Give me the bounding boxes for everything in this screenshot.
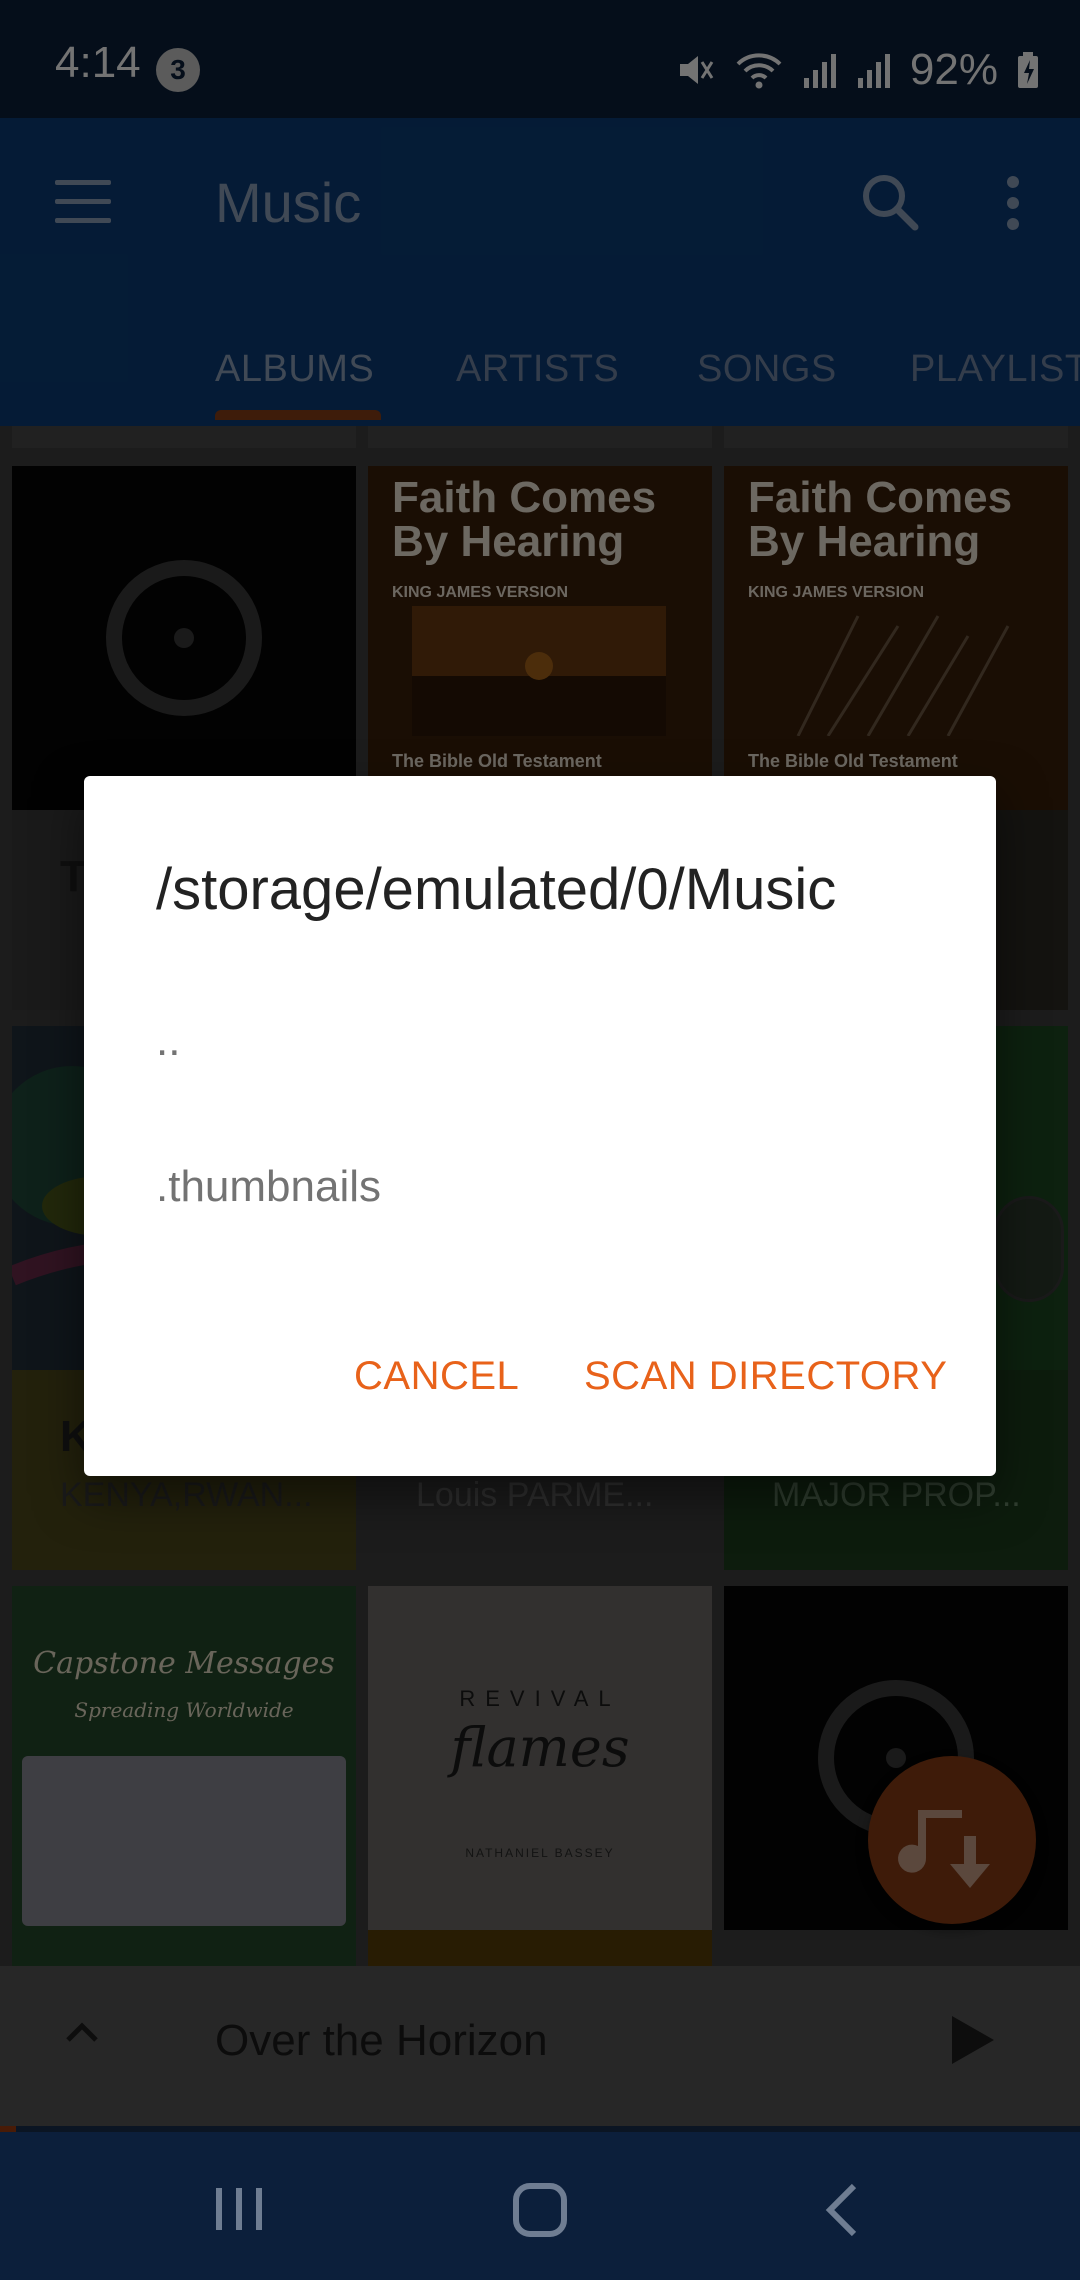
- battery-charging-icon: [1018, 52, 1038, 88]
- chevron-up-icon[interactable]: [62, 2012, 102, 2052]
- cancel-button[interactable]: CANCEL: [354, 1354, 519, 1399]
- album-card[interactable]: Capstone Messages Spreading Worldwide: [12, 1586, 356, 1966]
- flames-heading: flames: [450, 1716, 630, 1779]
- tab-bar: ALBUMS ARTISTS SONGS PLAYLIST: [0, 328, 1080, 426]
- album-artist: Louis PARME...: [416, 1476, 654, 1514]
- app-bar: Music ALBUMS ARTISTS SONGS PLAYLIST: [0, 118, 1080, 426]
- revival-artist: NATHANIEL BASSEY: [465, 1846, 615, 1860]
- play-icon[interactable]: [952, 2016, 994, 2064]
- status-bar: 4:14 3 92%: [0, 0, 1080, 118]
- status-time: 4:14: [55, 38, 141, 87]
- album-art-edition: KING JAMES VERSION: [392, 584, 569, 601]
- album-art-subtitle: The Bible Old Testament: [748, 751, 958, 771]
- tab-songs[interactable]: SONGS: [697, 348, 837, 391]
- album-art: [12, 466, 356, 810]
- tab-indicator: [215, 410, 381, 420]
- music-download-icon: [898, 1810, 990, 1888]
- search-icon[interactable]: [856, 168, 926, 238]
- album-art-subtitle: The Bible Old Testament: [392, 751, 602, 771]
- wifi-icon: [736, 53, 782, 89]
- notification-count-badge: 3: [156, 48, 200, 92]
- album-art-edition: KING JAMES VERSION: [748, 584, 925, 601]
- album-artist: KENYA,RWAN...: [60, 1476, 313, 1514]
- revival-heading: REVIVAL: [459, 1686, 621, 1711]
- album-artist: MAJOR PROP...: [772, 1476, 1021, 1514]
- wheat-image: [796, 615, 1010, 736]
- download-music-fab[interactable]: [868, 1756, 1036, 1924]
- album-art-title: Faith Comes By Hearing: [392, 473, 657, 566]
- scan-directory-button[interactable]: SCAN DIRECTORY: [584, 1354, 947, 1399]
- dialog-title: /storage/emulated/0/Music: [156, 857, 837, 922]
- recent-apps-icon[interactable]: [214, 2184, 264, 2234]
- more-options-icon[interactable]: [998, 168, 1028, 238]
- navigation-bar: [0, 2132, 1080, 2280]
- album-art-title: Faith Comes By Hearing: [748, 473, 1013, 566]
- folder-item-thumbnails[interactable]: .thumbnails: [156, 1162, 381, 1212]
- folder-item-parent[interactable]: ..: [156, 1016, 180, 1066]
- tab-albums[interactable]: ALBUMS: [215, 348, 374, 391]
- status-icons: 92%: [676, 40, 1040, 100]
- home-icon[interactable]: [512, 2182, 568, 2238]
- album-art: REVIVAL flames NATHANIEL BASSEY: [368, 1586, 712, 1966]
- back-icon[interactable]: [822, 2182, 862, 2238]
- default-album-icon: [106, 560, 262, 716]
- album-art: Faith Comes By Hearing KING JAMES VERSIO…: [724, 466, 1068, 810]
- capstone-subheading: Spreading Worldwide: [74, 1698, 294, 1722]
- capstone-heading: Capstone Messages: [33, 1646, 335, 1681]
- signal-icon-1: [803, 54, 836, 88]
- signal-icon-2: [857, 54, 890, 88]
- now-playing-title: Over the Horizon: [215, 2016, 548, 2065]
- tab-playlists[interactable]: PLAYLIST: [910, 348, 1080, 391]
- album-card[interactable]: REVIVAL flames NATHANIEL BASSEY: [368, 1586, 712, 1966]
- mute-icon: [679, 56, 714, 84]
- tab-artists[interactable]: ARTISTS: [456, 348, 619, 391]
- app-title: Music: [215, 171, 362, 234]
- battery-percent: 92%: [909, 45, 998, 94]
- menu-icon[interactable]: [55, 180, 111, 224]
- sunset-image: [412, 606, 666, 736]
- folder-dialog: /storage/emulated/0/Music .. .thumbnails…: [84, 776, 996, 1476]
- now-playing-bar[interactable]: Over the Horizon: [0, 1966, 1080, 2134]
- album-art: Capstone Messages Spreading Worldwide: [12, 1586, 356, 1966]
- album-art: Faith Comes By Hearing KING JAMES VERSIO…: [368, 466, 712, 810]
